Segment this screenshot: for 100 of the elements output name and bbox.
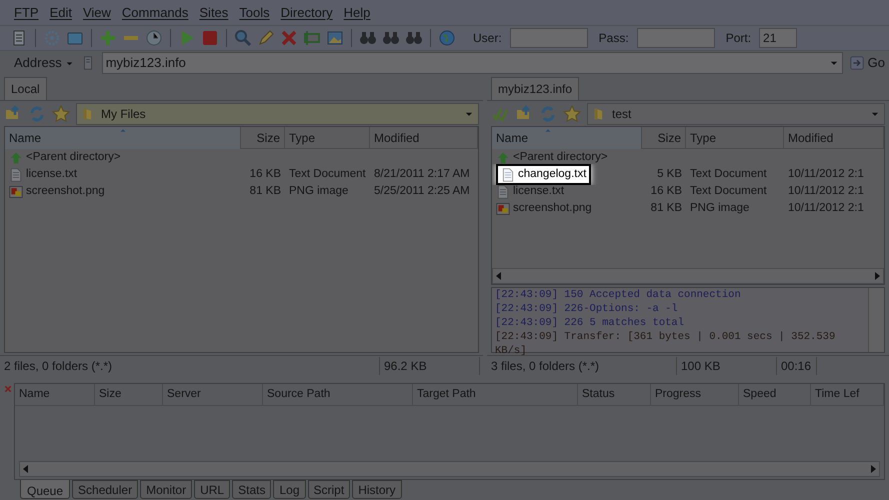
settings-icon[interactable] bbox=[43, 29, 61, 47]
menu-item[interactable]: Sites bbox=[199, 2, 228, 22]
file-type: PNG image bbox=[689, 200, 750, 216]
vertical-scrollbar[interactable] bbox=[868, 288, 884, 352]
pencil-icon[interactable] bbox=[257, 29, 275, 47]
status-text: 3 files, 0 folders (*.*) bbox=[487, 356, 677, 374]
column-header[interactable]: Source Path bbox=[263, 384, 413, 406]
column-header[interactable]: Speed bbox=[739, 384, 811, 406]
status-text: 2 files, 0 folders (*.*) bbox=[0, 356, 380, 374]
file-size: 5 KB bbox=[656, 166, 683, 182]
port-field[interactable]: 21 bbox=[759, 28, 798, 48]
menu-item[interactable]: Commands bbox=[122, 2, 188, 22]
path-value: test bbox=[612, 106, 632, 122]
log-line: [22:43:09] 226-Options: -a -l bbox=[495, 302, 679, 316]
column-header[interactable]: Modified bbox=[370, 127, 478, 149]
image-icon[interactable] bbox=[326, 29, 344, 47]
column-header[interactable]: Status bbox=[578, 384, 651, 406]
column-header[interactable]: Server bbox=[163, 384, 263, 406]
image-file-icon bbox=[9, 184, 23, 198]
address-dropdown[interactable]: Address bbox=[14, 53, 74, 73]
column-header[interactable]: Target Path bbox=[413, 384, 578, 406]
column-header[interactable]: Name bbox=[15, 384, 95, 406]
file-name[interactable]: screenshot.png bbox=[26, 182, 105, 200]
binoculars-icon[interactable] bbox=[405, 29, 423, 47]
file-size: 16 KB bbox=[650, 184, 683, 199]
file-type: Text Document bbox=[288, 166, 367, 182]
log-line: [22:43:09] 226 5 matches total bbox=[495, 316, 686, 330]
scroll-right-icon[interactable] bbox=[875, 272, 880, 280]
bottom-tab[interactable]: History bbox=[352, 480, 402, 499]
scroll-left-icon[interactable] bbox=[496, 272, 501, 280]
star-icon[interactable] bbox=[563, 104, 581, 122]
text-file-icon bbox=[9, 168, 23, 182]
stop-icon[interactable] bbox=[201, 29, 219, 47]
menu-item[interactable]: Directory bbox=[280, 2, 333, 22]
file-modified: 10/11/2012 2:1 bbox=[787, 166, 865, 182]
search-icon[interactable] bbox=[234, 29, 252, 47]
clock-icon[interactable] bbox=[145, 29, 163, 47]
menu-item[interactable]: Tools bbox=[239, 2, 270, 22]
status-text: 00:16 bbox=[777, 356, 817, 374]
refresh-icon[interactable] bbox=[539, 104, 557, 122]
parent-directory-item[interactable]: <Parent directory> bbox=[26, 148, 121, 166]
bottom-tab[interactable]: URL bbox=[194, 480, 230, 499]
text-file-icon bbox=[496, 184, 510, 198]
menu-item[interactable]: Edit bbox=[50, 2, 72, 22]
panel-tab[interactable]: mybiz123.info bbox=[491, 77, 580, 100]
user-field[interactable] bbox=[510, 28, 588, 48]
file-name[interactable]: screenshot.png bbox=[513, 200, 592, 218]
horizontal-scrollbar[interactable] bbox=[492, 268, 884, 284]
pass-label: Pass: bbox=[598, 30, 629, 47]
path-dropdown[interactable]: test bbox=[587, 102, 885, 124]
file-name[interactable]: license.txt bbox=[513, 182, 564, 200]
column-header[interactable]: Size bbox=[642, 127, 686, 149]
text-file-icon bbox=[501, 168, 515, 182]
port-label: Port: bbox=[726, 30, 752, 47]
sort-icon bbox=[119, 128, 127, 133]
menu-item[interactable]: FTP bbox=[14, 2, 39, 22]
column-header[interactable]: Type bbox=[686, 127, 784, 149]
password-field[interactable] bbox=[636, 28, 715, 48]
image-file-icon bbox=[496, 202, 510, 216]
file-modified: 10/11/2012 2:1 bbox=[787, 184, 865, 199]
column-header[interactable]: Time Lef bbox=[811, 384, 884, 406]
bottom-tab[interactable]: Queue bbox=[20, 480, 70, 499]
status-text: 100 KB bbox=[677, 356, 777, 374]
path-dropdown[interactable]: My Files bbox=[76, 102, 479, 124]
file-modified: 10/11/2012 2:1 bbox=[787, 200, 865, 216]
column-header[interactable]: Name bbox=[492, 127, 642, 149]
menu-item[interactable]: Help bbox=[344, 2, 370, 22]
column-header[interactable]: Modified bbox=[784, 127, 884, 149]
path-value: My Files bbox=[101, 106, 147, 122]
address-field[interactable]: mybiz123.info bbox=[102, 52, 843, 74]
binoculars-icon[interactable] bbox=[382, 29, 400, 47]
bottom-tab[interactable]: Log bbox=[273, 480, 306, 499]
delete-icon[interactable] bbox=[280, 29, 298, 47]
close-icon[interactable] bbox=[4, 385, 12, 393]
scroll-left-icon[interactable] bbox=[23, 465, 28, 473]
bottom-tab[interactable]: Stats bbox=[232, 480, 272, 499]
menu-item[interactable]: View bbox=[82, 2, 111, 22]
log-line: [22:43:09] Transfer: [361 bytes | 0.001 secs | 352.539 KB/s] bbox=[495, 330, 836, 358]
add-icon[interactable] bbox=[99, 29, 117, 47]
bottom-tab[interactable]: Script bbox=[308, 480, 350, 499]
column-header[interactable]: Progress bbox=[651, 384, 739, 406]
refresh-icon[interactable] bbox=[28, 104, 46, 122]
column-header[interactable]: Size bbox=[241, 127, 285, 149]
up-arrow-icon bbox=[496, 150, 510, 164]
binoculars-icon[interactable] bbox=[359, 29, 377, 47]
address-value: mybiz123.info bbox=[106, 54, 186, 72]
panel-tab[interactable]: Local bbox=[4, 77, 47, 100]
star-icon[interactable] bbox=[52, 104, 70, 122]
globe-icon[interactable] bbox=[438, 29, 456, 47]
file-name[interactable]: license.txt bbox=[26, 166, 78, 184]
status-text: 96.2 KB bbox=[380, 356, 480, 374]
bottom-tab[interactable]: Monitor bbox=[140, 480, 192, 499]
column-header[interactable]: Name bbox=[5, 127, 241, 149]
horizontal-scrollbar[interactable] bbox=[19, 461, 880, 477]
go-button[interactable]: Go bbox=[848, 53, 885, 73]
column-header[interactable]: Size bbox=[95, 384, 163, 406]
column-header[interactable]: Type bbox=[285, 127, 370, 149]
scroll-right-icon[interactable] bbox=[871, 465, 876, 473]
parent-directory-item[interactable]: <Parent directory> bbox=[513, 148, 608, 166]
bottom-tab[interactable]: Scheduler bbox=[72, 480, 138, 499]
